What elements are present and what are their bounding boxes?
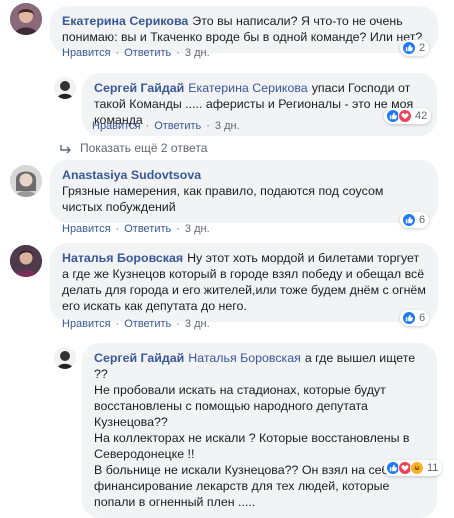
timestamp[interactable]: 3 дн. bbox=[185, 318, 210, 330]
timestamp[interactable]: 3 дн. bbox=[185, 47, 210, 59]
timestamp[interactable]: 3 дн. bbox=[215, 120, 240, 132]
reactions-summary[interactable]: 2 bbox=[400, 40, 430, 56]
reply-link[interactable]: Ответить bbox=[124, 318, 171, 330]
avatar[interactable] bbox=[10, 165, 42, 197]
reply-bubble: Сергей Гайдай Наталья Боровская а где выше… bbox=[82, 343, 437, 518]
avatar[interactable] bbox=[54, 347, 76, 369]
comment-actions: Нравится · Ответить · 3 дн. bbox=[62, 318, 210, 330]
comment-text-line: На коллекторах не искали ? Которые восст… bbox=[94, 431, 410, 461]
like-link[interactable]: Нравится bbox=[62, 223, 111, 235]
reaction-count: 6 bbox=[419, 312, 426, 324]
comment-text-line: В больнице не искали Кузнецова?? Он взял… bbox=[94, 463, 395, 509]
like-link[interactable]: Нравится bbox=[92, 120, 141, 132]
comment-author[interactable]: Наталья Боровская bbox=[62, 251, 183, 265]
show-more-replies-link[interactable]: Показать ещё 2 ответа bbox=[60, 141, 207, 155]
love-reaction-icon bbox=[398, 109, 412, 123]
comment-actions: Нравится · Ответить · 3 дн. bbox=[92, 120, 240, 132]
haha-reaction-icon bbox=[410, 461, 424, 475]
avatar[interactable] bbox=[10, 245, 42, 277]
comment-text: Грязные намерения, как правило, подаются… bbox=[62, 184, 384, 214]
reaction-count: 42 bbox=[415, 110, 428, 122]
mention-link[interactable]: Екатерина Серикова bbox=[188, 81, 307, 95]
reply-link[interactable]: Ответить bbox=[124, 47, 171, 59]
reply-link[interactable]: Ответить bbox=[154, 120, 201, 132]
like-reaction-icon bbox=[402, 311, 416, 325]
reactions-summary[interactable]: 6 bbox=[400, 212, 430, 228]
comment-author[interactable]: Сергей Гайдай bbox=[94, 81, 184, 95]
comment-bubble: Екатерина Серикова Это вы написали? Я что… bbox=[50, 6, 438, 53]
comment-actions: Нравится · Ответить · 3 дн. bbox=[62, 223, 210, 235]
reaction-count: 11 bbox=[427, 462, 439, 474]
comment-actions: Нравится · Ответить · 3 дн. bbox=[62, 47, 210, 59]
comment-author[interactable]: Сергей Гайдай bbox=[94, 351, 184, 365]
avatar[interactable] bbox=[10, 3, 42, 35]
show-more-label[interactable]: Показать ещё 2 ответа bbox=[80, 141, 207, 155]
mention-link[interactable]: Наталья Боровская bbox=[188, 351, 301, 365]
reactions-summary[interactable]: 6 bbox=[400, 310, 430, 326]
reply-arrow-icon bbox=[60, 144, 72, 154]
comment-text-line: Не пробовали искать на стадионах, которы… bbox=[94, 383, 386, 429]
reaction-count: 6 bbox=[419, 214, 426, 226]
like-reaction-icon bbox=[402, 213, 416, 227]
comment-bubble: Наталья Боровская Ну этот хоть мордой и б… bbox=[50, 243, 438, 322]
comment-bubble: Anastasiya Sudovtsova Грязные намерения,… bbox=[50, 160, 438, 223]
reply-link[interactable]: Ответить bbox=[124, 223, 171, 235]
like-link[interactable]: Нравится bbox=[62, 47, 111, 59]
reaction-count: 2 bbox=[419, 42, 426, 54]
reactions-summary[interactable]: 42 bbox=[384, 108, 432, 124]
timestamp[interactable]: 3 дн. bbox=[185, 223, 210, 235]
like-reaction-icon bbox=[402, 41, 416, 55]
avatar[interactable] bbox=[54, 77, 76, 99]
reactions-summary[interactable]: 11 bbox=[384, 460, 443, 476]
like-link[interactable]: Нравится bbox=[62, 318, 111, 330]
comment-author[interactable]: Екатерина Серикова bbox=[62, 14, 188, 28]
comment-author[interactable]: Anastasiya Sudovtsova bbox=[62, 167, 422, 183]
